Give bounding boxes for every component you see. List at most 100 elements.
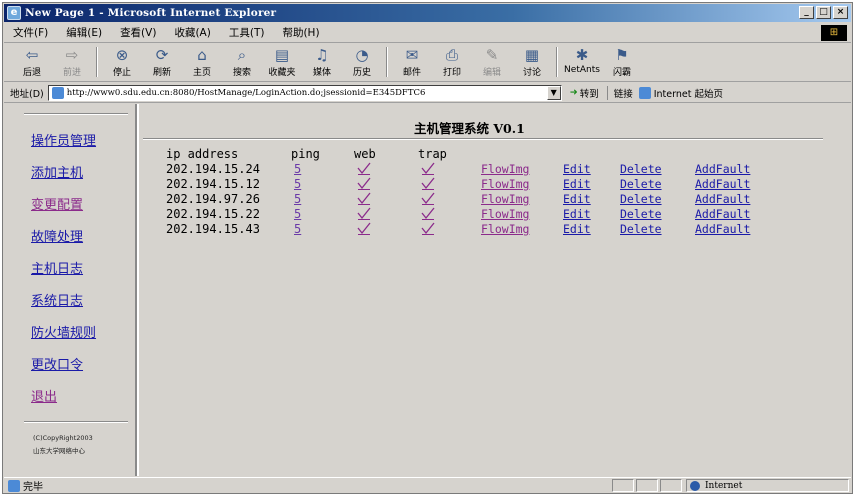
ping-link[interactable]: 5	[294, 192, 301, 206]
globe-icon	[690, 480, 700, 491]
media-icon: ♫	[315, 46, 329, 64]
edit-link[interactable]: Edit	[563, 207, 591, 221]
toolbar-separator	[96, 47, 98, 77]
trap-check-icon	[421, 222, 435, 235]
sidebar-item-logout[interactable]: 退出	[31, 386, 57, 405]
menu-view[interactable]: 查看(V)	[111, 25, 165, 40]
trap-check-icon	[421, 207, 435, 220]
sidebar-item-add-host[interactable]: 添加主机	[31, 162, 83, 181]
status-text: 完毕	[23, 482, 43, 493]
status-cell	[636, 479, 658, 492]
toolbar-label: 停止	[112, 68, 131, 78]
flowimg-link[interactable]: FlowImg	[481, 162, 529, 176]
ie-logo-icon: e	[7, 6, 21, 20]
addfault-link[interactable]: AddFault	[695, 207, 750, 221]
toolbar-button-search[interactable]: ⌕ 搜索	[222, 44, 262, 80]
go-arrow-icon: ➜	[569, 87, 578, 98]
toolbar-label: 编辑	[482, 68, 501, 78]
addfault-link[interactable]: AddFault	[695, 162, 750, 176]
sidebar-item-system-log[interactable]: 系统日志	[31, 290, 83, 309]
page-icon	[51, 86, 64, 99]
delete-link[interactable]: Delete	[620, 162, 662, 176]
home-icon: ⌂	[197, 46, 207, 64]
address-url[interactable]: http://www0.sdu.edu.cn:8080/HostManage/L…	[67, 88, 547, 98]
address-label: 地址(D)	[10, 88, 44, 100]
header-ip-address: ip address	[166, 147, 239, 161]
toolbar-button-refresh[interactable]: ⟳ 刷新	[142, 44, 182, 80]
ping-link[interactable]: 5	[294, 162, 301, 176]
toolbar-button-mail[interactable]: ✉ 邮件	[392, 44, 432, 80]
minimize-button[interactable]: _	[799, 6, 814, 19]
toolbar-button-netants[interactable]: ✱ NetAnts	[562, 44, 602, 80]
menu-edit[interactable]: 编辑(E)	[57, 25, 111, 40]
toolbar-button-forward-arrow[interactable]: ⇨ 前进	[52, 44, 92, 80]
toolbar-button-discuss[interactable]: ▦ 讨论	[512, 44, 552, 80]
sidebar-item-firewall-rules[interactable]: 防火墙规则	[31, 322, 96, 341]
forward-arrow-icon: ⇨	[65, 46, 79, 64]
history-icon: ◔	[355, 46, 369, 64]
flowimg-link[interactable]: FlowImg	[481, 177, 529, 191]
toolbar-button-print[interactable]: ⎙ 打印	[432, 44, 472, 80]
copyright-line-1: (C)CopyRight2003	[33, 434, 93, 442]
sidebar-item-fault-handling[interactable]: 故障处理	[31, 226, 83, 245]
go-button[interactable]: ➜ 转到	[570, 86, 599, 100]
edit-link[interactable]: Edit	[563, 177, 591, 191]
header-ping: ping	[291, 147, 320, 161]
toolbar-button-favorites[interactable]: ▤ 收藏夹	[262, 44, 302, 80]
delete-link[interactable]: Delete	[620, 207, 662, 221]
edit-link[interactable]: Edit	[563, 162, 591, 176]
maximize-button[interactable]: □	[816, 6, 831, 19]
ping-link[interactable]: 5	[294, 177, 301, 191]
delete-link[interactable]: Delete	[620, 192, 662, 206]
close-button[interactable]: ×	[833, 6, 848, 19]
toolbar-label: 刷新	[152, 68, 171, 78]
status-cell	[660, 479, 682, 492]
sidebar-item-change-config[interactable]: 变更配置	[31, 194, 83, 213]
toolbar-button-stop[interactable]: ⊗ 停止	[102, 44, 142, 80]
browser-window: e New Page 1 - Microsoft Internet Explor…	[2, 2, 853, 494]
ping-link[interactable]: 5	[294, 207, 301, 221]
trap-check-icon	[421, 177, 435, 190]
toolbar-button-edit[interactable]: ✎ 编辑	[472, 44, 512, 80]
host-ip: 202.194.15.43	[166, 222, 260, 236]
sidebar-item-host-log[interactable]: 主机日志	[31, 258, 83, 277]
table-row: 202.194.15.12 5 FlowImg Edit Delete AddFault	[139, 177, 851, 192]
table-row: 202.194.15.43 5 FlowImg Edit Delete AddFault	[139, 222, 851, 237]
links-button[interactable]: 链接	[606, 85, 633, 100]
menu-help[interactable]: 帮助(H)	[273, 25, 328, 40]
addfault-link[interactable]: AddFault	[695, 222, 750, 236]
flowimg-link[interactable]: FlowImg	[481, 207, 529, 221]
addfault-link[interactable]: AddFault	[695, 177, 750, 191]
address-dropdown-icon[interactable]: ▼	[546, 85, 561, 100]
title-divider	[143, 138, 823, 140]
addfault-link[interactable]: AddFault	[695, 192, 750, 206]
web-check-icon	[357, 192, 371, 205]
web-check-icon	[357, 207, 371, 220]
flowimg-link[interactable]: FlowImg	[481, 192, 529, 206]
delete-link[interactable]: Delete	[620, 222, 662, 236]
flowimg-link[interactable]: FlowImg	[481, 222, 529, 236]
title-bar: e New Page 1 - Microsoft Internet Explor…	[4, 4, 851, 22]
edit-link[interactable]: Edit	[563, 222, 591, 236]
toolbar-button-back-arrow[interactable]: ⇦ 后退	[12, 44, 52, 80]
menu-file[interactable]: 文件(F)	[4, 25, 57, 40]
menu-tools[interactable]: 工具(T)	[220, 25, 274, 40]
toolbar-label: 历史	[352, 68, 371, 78]
sidebar-item-operator-management[interactable]: 操作员管理	[31, 130, 96, 149]
toolbar-button-history[interactable]: ◔ 历史	[342, 44, 382, 80]
ping-link[interactable]: 5	[294, 222, 301, 236]
address-field[interactable]: http://www0.sdu.edu.cn:8080/HostManage/L…	[47, 84, 562, 101]
trap-check-icon	[421, 192, 435, 205]
toolbar: ⇦ 后退 ⇨ 前进 ⊗ 停止 ⟳ 刷新 ⌂ 主页 ⌕ 搜索 ▤ 收藏夹 ♫ 媒体 ◔ 历史 ✉ 邮件 ⎙ 打印 ✎ 编辑 ▦ 讨论…	[4, 44, 851, 82]
toolbar-button-flashget[interactable]: ⚑ 闪霸	[602, 44, 642, 80]
toolbar-button-media[interactable]: ♫ 媒体	[302, 44, 342, 80]
toolbar-button-home[interactable]: ⌂ 主页	[182, 44, 222, 80]
edit-link[interactable]: Edit	[563, 192, 591, 206]
favorites-icon: ▤	[274, 46, 290, 64]
internet-start-link[interactable]: Internet 起始页	[638, 86, 723, 100]
toolbar-label: 主页	[192, 68, 211, 78]
menu-favorites[interactable]: 收藏(A)	[165, 25, 219, 40]
delete-link[interactable]: Delete	[620, 177, 662, 191]
header-web: web	[354, 147, 376, 161]
sidebar-item-change-password[interactable]: 更改口令	[31, 354, 83, 373]
